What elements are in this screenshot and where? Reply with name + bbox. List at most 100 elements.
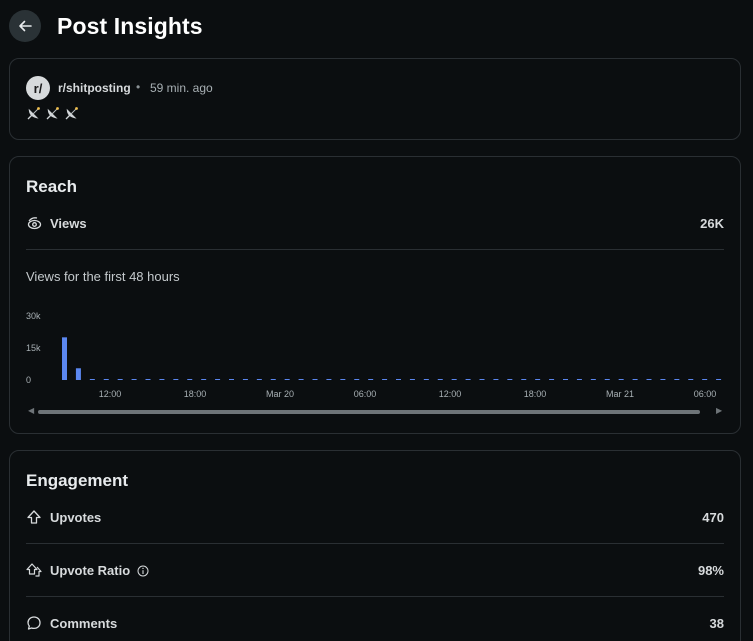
page-title: Post Insights [57,13,203,39]
chart-bar[interactable] [660,379,666,380]
chart-bar[interactable] [326,379,332,380]
divider [26,596,724,597]
chart-bar[interactable] [493,379,499,380]
upvote-ratio-row: Upvote Ratio 98% [26,560,724,582]
chart-subtitle: Views for the first 48 hours [26,269,180,284]
chart-bar[interactable] [75,368,81,380]
chart-bar[interactable] [145,379,151,380]
x-tick-label: Mar 20 [266,389,294,399]
chart-bar[interactable] [437,379,443,380]
chart-bar[interactable] [201,379,207,380]
x-tick-label: 18:00 [524,389,547,399]
chart-bar[interactable] [242,379,248,380]
chart-bar[interactable] [674,379,680,380]
reach-title: Reach [26,177,78,196]
views-row: Views 26K [26,213,724,235]
chart-bar[interactable] [368,379,374,380]
chart-bar[interactable] [604,379,610,380]
chart-bar[interactable] [632,379,638,380]
x-tick-label: 18:00 [184,389,207,399]
chart-bar[interactable] [229,379,234,380]
post-content [26,105,80,121]
meta-separator: • [136,80,141,94]
chart-bar[interactable] [89,379,95,380]
x-tick-label: 12:00 [99,389,122,399]
views-icon [27,217,42,230]
arrow-left-icon [19,20,32,32]
subreddit-avatar[interactable]: r/ [26,76,50,100]
chart-bar[interactable] [423,379,429,380]
x-tick-label: 12:00 [439,389,462,399]
chart-bar[interactable] [618,379,624,380]
chart-bar[interactable] [507,379,513,380]
y-tick-label: 30k [26,311,41,321]
chart-bar[interactable] [284,379,290,380]
reach-card: Reach Views 26K Views for the first 48 h… [9,156,741,434]
chart-bar[interactable] [187,379,193,380]
scroll-left-icon[interactable]: ◀ [28,406,34,415]
upvotes-label: Upvotes [50,510,102,525]
chart-bar[interactable] [382,379,388,380]
y-tick-label: 15k [26,343,41,353]
chart-bar[interactable] [702,379,708,380]
upvote-ratio-text: Upvote Ratio [50,563,131,578]
scroll-right-icon[interactable]: ▶ [716,406,722,415]
views-chart: 30k 15k 0 12:00 18:00 Mar 20 06:00 12:00 18:00 Ma… [26,311,722,399]
chart-bar[interactable] [62,337,67,380]
chart-bar[interactable] [716,379,722,380]
chart-bar[interactable] [563,379,568,380]
chart-bar[interactable] [590,379,596,380]
chart-bar[interactable] [465,379,471,380]
chart-bar[interactable] [354,379,360,380]
chart-bar[interactable] [173,379,179,380]
chart-bar[interactable] [270,379,276,380]
post-timestamp: 59 min. ago [150,81,213,95]
chart-bar[interactable] [159,379,165,380]
satellite-dish-icon [46,107,59,120]
chart-bar[interactable] [340,379,346,380]
chart-scrollbar[interactable] [38,410,700,414]
divider [26,249,724,250]
chart-bar[interactable] [298,379,304,380]
chart-bar[interactable] [396,379,401,380]
chart-bar[interactable] [479,379,485,380]
chart-bar[interactable] [117,379,123,380]
chart-bar[interactable] [312,379,318,380]
chart-bar[interactable] [688,379,694,380]
post-card[interactable]: r/ r/shitposting • 59 min. ago [9,58,741,140]
header: Post Insights [0,0,753,56]
engagement-card: Engagement Upvotes 470 Upvote Ratio 98% … [9,450,741,641]
x-tick-label: 06:00 [694,389,717,399]
views-label: Views [50,216,87,231]
comment-icon [27,616,41,630]
x-tick-label: 06:00 [354,389,377,399]
subreddit-name[interactable]: r/shitposting [58,81,131,95]
y-tick-label: 0 [26,375,31,385]
upvote-icon [27,510,41,524]
info-icon[interactable] [137,565,149,577]
chart-bar[interactable] [576,379,582,380]
chart-bar[interactable] [451,379,457,380]
comments-label: Comments [50,616,118,631]
upvote-ratio-value: 98% [697,563,724,578]
upvote-ratio-label: Upvote Ratio [50,563,149,578]
chart-bar[interactable] [409,379,415,380]
chart-bar[interactable] [256,379,262,380]
engagement-title: Engagement [26,471,129,490]
chart-bar[interactable] [549,379,555,380]
chart-bar[interactable] [103,379,109,380]
divider [26,543,724,544]
comments-value: 38 [709,616,724,631]
chart-bar[interactable] [535,379,541,380]
views-value: 26K [700,216,724,231]
chart-bar[interactable] [215,379,221,380]
x-tick-label: Mar 21 [606,389,634,399]
upvote-ratio-icon [26,563,42,577]
upvotes-row: Upvotes 470 [26,507,724,529]
chart-bar[interactable] [646,379,652,380]
upvotes-value: 470 [702,510,724,525]
back-button[interactable] [9,10,41,42]
satellite-dish-icon [65,107,78,120]
chart-bar[interactable] [521,379,527,380]
chart-bar[interactable] [131,379,137,380]
